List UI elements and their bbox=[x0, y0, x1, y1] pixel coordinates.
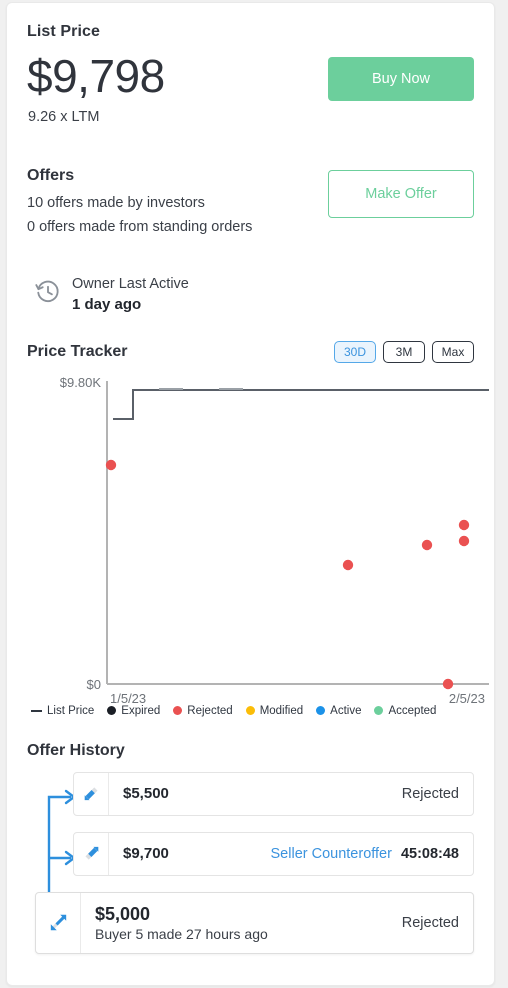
chart-y-tick-bottom: $0 bbox=[87, 677, 101, 692]
offer-arrow-down-icon bbox=[74, 772, 109, 815]
offer-amount: $5,000 bbox=[95, 903, 151, 924]
chart-legend: List Price Expired Rejected Modified Act… bbox=[27, 705, 474, 717]
owner-last-active-value: 1 day ago bbox=[72, 295, 142, 313]
legend-item-list-price[interactable]: List Price bbox=[31, 705, 94, 717]
dot-swatch-icon bbox=[374, 706, 384, 716]
chart-list-price-line bbox=[113, 388, 489, 420]
owner-last-active: Owner Last Active 1 day ago bbox=[27, 275, 474, 315]
list-price-row: $9,798 9.26 x LTM Buy Now bbox=[27, 51, 474, 147]
line-swatch-icon bbox=[31, 709, 42, 712]
offers-section: Offers 10 offers made by investors 0 off… bbox=[27, 167, 474, 249]
list-price-amount: $9,798 bbox=[27, 50, 165, 102]
make-offer-button[interactable]: Make Offer bbox=[328, 170, 474, 218]
chart-point-rejected[interactable] bbox=[421, 539, 433, 551]
time-range-max[interactable]: Max bbox=[432, 340, 474, 363]
offer-history-title: Offer History bbox=[27, 741, 125, 759]
legend-label: Expired bbox=[121, 704, 161, 717]
dot-swatch-icon bbox=[245, 706, 255, 716]
chart-point-rejected[interactable] bbox=[458, 519, 470, 531]
legend-label: List Price bbox=[47, 704, 95, 717]
chart-point-rejected[interactable] bbox=[342, 559, 354, 571]
offer-history-row-primary[interactable]: $5,000 Buyer 5 made 27 hours ago Rejecte… bbox=[35, 891, 474, 954]
dot-swatch-icon bbox=[107, 706, 117, 716]
time-range-30d[interactable]: 30D bbox=[334, 340, 376, 363]
legend-label: Active bbox=[330, 704, 362, 717]
offer-amount: $5,500 bbox=[123, 785, 169, 803]
chart-point-rejected[interactable] bbox=[105, 459, 117, 471]
chart-x-tick-end: 2/5/23 bbox=[449, 691, 485, 703]
offer-arrow-both-icon bbox=[36, 892, 81, 953]
price-tracker-chart[interactable]: $9.80K $0 1/5/23 2/5/23 bbox=[23, 373, 492, 703]
legend-label: Rejected bbox=[187, 704, 233, 717]
offer-history-row[interactable]: $5,500 Rejected bbox=[73, 771, 474, 816]
legend-item-expired[interactable]: Expired bbox=[107, 705, 160, 717]
owner-last-active-label: Owner Last Active bbox=[72, 276, 189, 292]
offer-meta: Buyer 5 made 27 hours ago bbox=[95, 925, 268, 942]
dot-swatch-icon bbox=[316, 706, 326, 716]
legend-item-accepted[interactable]: Accepted bbox=[374, 705, 436, 717]
offer-history-row[interactable]: $9,700 Seller Counteroffer 45:08:48 bbox=[73, 831, 474, 876]
legend-label: Accepted bbox=[388, 704, 437, 717]
offers-standing-count: 0 offers made from standing orders bbox=[27, 219, 253, 236]
chart-x-tick-start: 1/5/23 bbox=[110, 691, 146, 703]
chart-y-tick-top: $9.80K bbox=[60, 375, 102, 390]
price-tracker-header: Price Tracker 30D 3M Max bbox=[27, 340, 474, 369]
chart-point-rejected[interactable] bbox=[458, 535, 470, 547]
time-range-group: 30D 3M Max bbox=[334, 340, 474, 363]
offer-amount: $9,700 bbox=[123, 845, 169, 863]
legend-item-active[interactable]: Active bbox=[316, 705, 361, 717]
time-range-3m[interactable]: 3M bbox=[383, 340, 425, 363]
listing-card: List Price $9,798 9.26 x LTM Buy Now Off… bbox=[6, 2, 495, 986]
offer-status: Rejected bbox=[401, 914, 459, 931]
offer-arrow-up-icon bbox=[74, 832, 109, 875]
counteroffer-countdown: 45:08:48 bbox=[400, 845, 459, 862]
seller-counteroffer-link[interactable]: Seller Counteroffer bbox=[271, 846, 392, 862]
chart-point-rejected[interactable] bbox=[442, 678, 454, 690]
legend-label: Modified bbox=[259, 704, 304, 717]
offer-detail-page: List Price $9,798 9.26 x LTM Buy Now Off… bbox=[0, 0, 508, 988]
history-clock-icon bbox=[35, 279, 61, 310]
offer-history-list: $5,500 Rejected $9,700 Seller Counteroff… bbox=[27, 771, 474, 962]
legend-item-rejected[interactable]: Rejected bbox=[173, 704, 233, 717]
buy-now-button[interactable]: Buy Now bbox=[328, 57, 474, 101]
dot-swatch-icon bbox=[173, 706, 183, 716]
offer-status: Rejected bbox=[401, 785, 459, 802]
list-price-multiple: 9.26 x LTM bbox=[28, 109, 100, 125]
chart-svg: $9.80K $0 1/5/23 2/5/23 bbox=[60, 375, 489, 703]
list-price-label: List Price bbox=[27, 23, 101, 40]
legend-item-modified[interactable]: Modified bbox=[245, 704, 304, 717]
